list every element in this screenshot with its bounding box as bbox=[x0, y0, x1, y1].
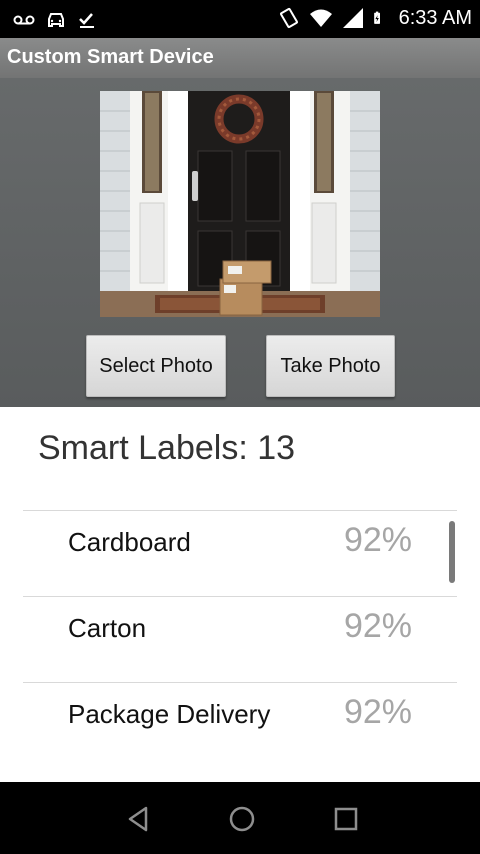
labels-section: Smart Labels: 13 Cardboard 92% Carton 92… bbox=[0, 407, 480, 782]
label-name: Cardboard bbox=[68, 527, 191, 557]
label-name: Package Delivery bbox=[68, 699, 271, 729]
signal-icon bbox=[342, 8, 363, 28]
recents-icon[interactable] bbox=[331, 804, 361, 834]
label-name: Carton bbox=[68, 613, 147, 643]
wifi-icon bbox=[309, 9, 332, 27]
photo-area: Select Photo Take Photo bbox=[0, 78, 480, 407]
front-door-package-photo bbox=[100, 91, 380, 317]
label-confidence: 92% bbox=[343, 607, 412, 645]
home-icon[interactable] bbox=[227, 804, 257, 834]
list-item[interactable]: Carton 92% bbox=[23, 596, 457, 682]
vibrate-icon bbox=[279, 7, 298, 29]
battery-charging-icon bbox=[373, 11, 380, 24]
smart-labels-heading: Smart Labels: 13 bbox=[38, 429, 296, 467]
status-time: 6:33 AM bbox=[398, 6, 472, 29]
back-icon[interactable] bbox=[124, 804, 154, 834]
app-title: Custom Smart Device bbox=[7, 46, 214, 68]
select-photo-button[interactable]: Select Photo bbox=[86, 335, 226, 397]
checkmark-icon bbox=[79, 13, 94, 28]
voicemail-icon bbox=[13, 15, 35, 25]
take-photo-button[interactable]: Take Photo bbox=[266, 335, 395, 397]
list-item[interactable]: Package Delivery 92% bbox=[23, 682, 457, 768]
status-bar: 6:33 AM bbox=[0, 0, 480, 38]
label-confidence: 92% bbox=[343, 521, 412, 559]
app-title-bar: Custom Smart Device bbox=[0, 38, 480, 78]
label-list[interactable]: Cardboard 92% Carton 92% Package Deliver… bbox=[23, 510, 457, 768]
car-icon bbox=[48, 13, 64, 27]
scrollbar[interactable] bbox=[449, 521, 455, 583]
navigation-bar bbox=[0, 782, 480, 854]
label-confidence: 92% bbox=[343, 693, 412, 731]
list-item[interactable]: Cardboard 92% bbox=[23, 510, 457, 596]
